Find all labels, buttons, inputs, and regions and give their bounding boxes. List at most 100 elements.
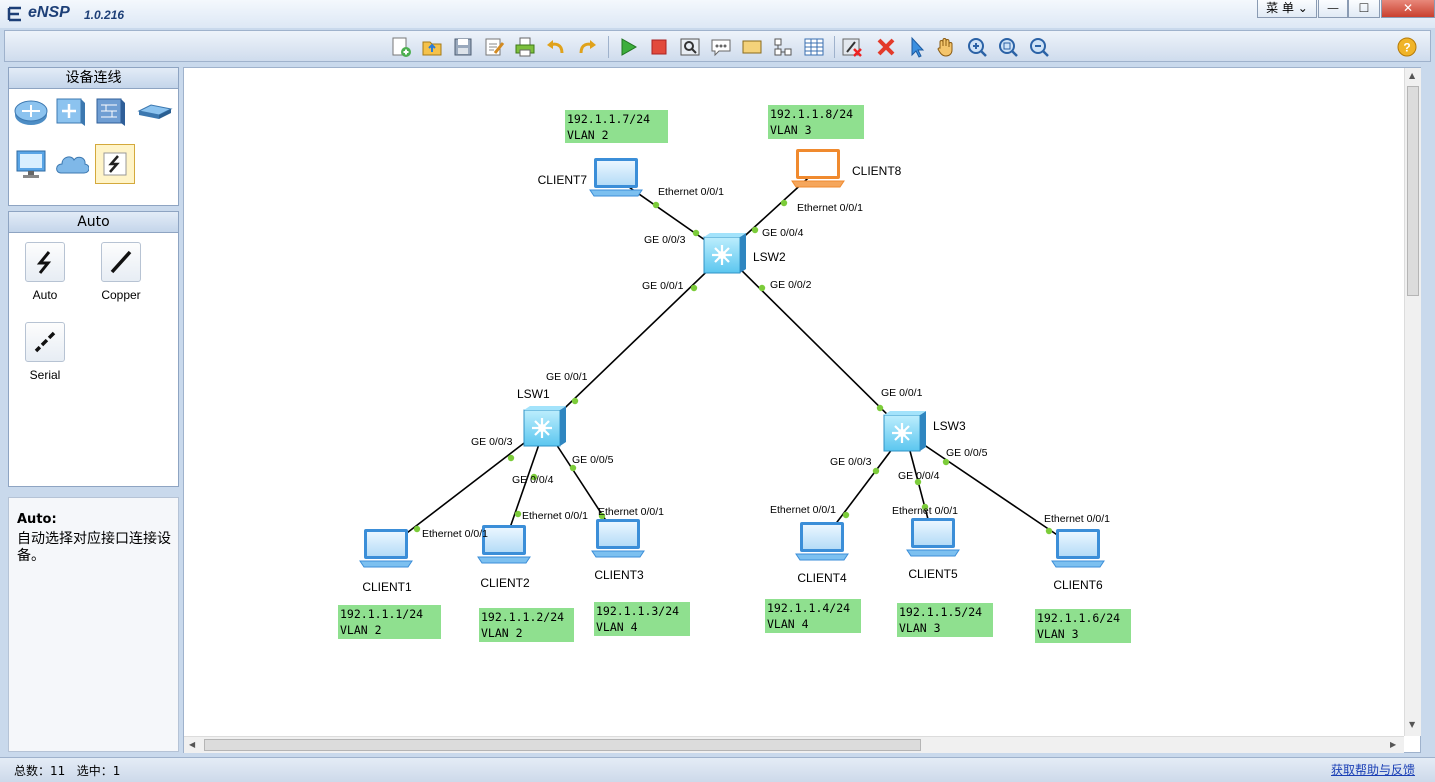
- ip-vlan-note[interactable]: 192.1.1.5/24 VLAN 3: [897, 603, 993, 637]
- minimize-button[interactable]: —: [1318, 0, 1348, 18]
- vertical-scrollbar[interactable]: ▲ ▼: [1404, 68, 1421, 736]
- ip-address: 192.1.1.8/24: [770, 107, 853, 121]
- svg-text:?: ?: [1403, 41, 1410, 55]
- cable-copper[interactable]: Copper: [91, 242, 151, 302]
- delete-all-icon[interactable]: [840, 35, 864, 59]
- scroll-up-icon[interactable]: ▲: [1409, 71, 1415, 80]
- port-label: GE 0/0/1: [881, 387, 923, 399]
- close-button[interactable]: ✕: [1381, 0, 1435, 18]
- pc-category-icon[interactable]: [13, 146, 49, 182]
- firewall-category-icon[interactable]: [93, 94, 129, 130]
- main-menu-button[interactable]: 菜 单 ⌄: [1257, 0, 1317, 18]
- redo-icon[interactable]: [575, 35, 599, 59]
- wlan-category-icon[interactable]: [137, 94, 173, 130]
- client-client8[interactable]: [791, 149, 845, 188]
- link-lsw2-lsw3[interactable]: [724, 253, 906, 433]
- cable-category-icon[interactable]: [95, 144, 135, 184]
- port-dot: [872, 467, 880, 475]
- ip-address: 192.1.1.6/24: [1037, 611, 1120, 625]
- topology-diagram[interactable]: Ethernet 0/0/1 GE 0/0/3 Ethernet 0/0/1 GE 0…: [184, 68, 1404, 736]
- select-pointer-icon[interactable]: [905, 35, 929, 59]
- help-feedback-link[interactable]: 获取帮助与反馈: [1331, 761, 1415, 778]
- port-dot: [413, 525, 421, 533]
- ip-vlan-note[interactable]: 192.1.1.1/24 VLAN 2: [338, 605, 441, 639]
- ip-vlan-note[interactable]: 192.1.1.7/24 VLAN 2: [565, 110, 668, 143]
- port-label: GE 0/0/3: [471, 436, 513, 448]
- client-client3[interactable]: [591, 519, 645, 558]
- rectangle-icon[interactable]: [740, 35, 764, 59]
- ip-vlan-note[interactable]: 192.1.1.4/24 VLAN 4: [765, 599, 861, 633]
- vlan-label: VLAN 4: [596, 620, 638, 634]
- port-dot: [507, 454, 515, 462]
- open-file-icon[interactable]: [420, 35, 444, 59]
- switch-lsw3[interactable]: [883, 411, 926, 452]
- ip-vlan-note[interactable]: 192.1.1.3/24 VLAN 4: [594, 602, 690, 636]
- switch-lsw1[interactable]: [523, 406, 566, 447]
- save-as-icon[interactable]: [482, 35, 506, 59]
- stop-device-icon[interactable]: [647, 35, 671, 59]
- client-name: CLIENT3: [594, 568, 644, 582]
- cable-serial[interactable]: Serial: [15, 322, 75, 382]
- pan-hand-icon[interactable]: [934, 35, 958, 59]
- port-label: Ethernet 0/0/1: [892, 505, 958, 517]
- ip-vlan-note[interactable]: 192.1.1.6/24 VLAN 3: [1035, 609, 1131, 643]
- vlan-label: VLAN 3: [770, 123, 812, 137]
- port-label: Ethernet 0/0/1: [598, 506, 664, 518]
- status-counts: 总数：11 选中：1: [14, 762, 120, 779]
- cable-panel-title: Auto: [9, 212, 178, 233]
- copper-cable-icon: [101, 242, 141, 282]
- status-total: 总数：11: [14, 764, 66, 778]
- capture-icon[interactable]: [678, 35, 702, 59]
- switch-name: LSW1: [517, 387, 550, 401]
- ip-vlan-note[interactable]: 192.1.1.8/24 VLAN 3: [768, 105, 864, 139]
- switch-lsw2[interactable]: [703, 233, 746, 274]
- grid-icon[interactable]: [802, 35, 826, 59]
- cable-copper-label: Copper: [101, 288, 141, 302]
- help-icon[interactable]: ?: [1395, 35, 1419, 59]
- port-label: Ethernet 0/0/1: [658, 186, 724, 198]
- port-label: GE 0/0/1: [642, 280, 684, 292]
- vertical-scroll-thumb[interactable]: [1407, 86, 1419, 296]
- save-icon[interactable]: [451, 35, 475, 59]
- client-client4[interactable]: [795, 522, 849, 561]
- help-title: Auto:: [17, 512, 57, 527]
- maximize-button[interactable]: ☐: [1348, 0, 1380, 18]
- client-client5[interactable]: [906, 518, 960, 557]
- router-icon[interactable]: [13, 94, 49, 130]
- client-client1[interactable]: [359, 529, 413, 568]
- port-label: Ethernet 0/0/1: [1044, 513, 1110, 525]
- ip-address: 192.1.1.4/24: [767, 601, 850, 615]
- zoom-in-icon[interactable]: [965, 35, 989, 59]
- client-name: CLIENT8: [852, 164, 902, 178]
- scroll-down-icon[interactable]: ▼: [1409, 720, 1415, 729]
- help-text: 自动选择对应接口连接设备。: [17, 531, 171, 564]
- horizontal-scroll-thumb[interactable]: [204, 739, 921, 751]
- cable-auto[interactable]: Auto: [15, 242, 75, 302]
- print-icon[interactable]: [513, 35, 537, 59]
- topology-canvas[interactable]: Ethernet 0/0/1 GE 0/0/3 Ethernet 0/0/1 GE 0…: [183, 67, 1421, 753]
- new-topology-icon[interactable]: [389, 35, 413, 59]
- port-dot: [876, 404, 884, 412]
- scroll-right-icon[interactable]: ▶: [1390, 740, 1396, 749]
- text-note-icon[interactable]: [709, 35, 733, 59]
- switch-category-icon[interactable]: [53, 94, 89, 130]
- chevron-down-icon: ⌄: [1297, 1, 1308, 15]
- scroll-left-icon[interactable]: ◀: [189, 740, 195, 749]
- client-name: CLIENT5: [908, 567, 958, 581]
- start-device-icon[interactable]: [616, 35, 640, 59]
- port-dot: [751, 226, 759, 234]
- zoom-out-icon[interactable]: [1027, 35, 1051, 59]
- topology-view-icon[interactable]: [771, 35, 795, 59]
- undo-icon[interactable]: [544, 35, 568, 59]
- zoom-fit-icon[interactable]: [996, 35, 1020, 59]
- client-name: CLIENT6: [1053, 578, 1103, 592]
- cloud-category-icon[interactable]: [53, 146, 89, 182]
- client-client7[interactable]: [589, 158, 643, 197]
- port-label: GE 0/0/1: [546, 371, 588, 383]
- ip-vlan-note[interactable]: 192.1.1.2/24 VLAN 2: [479, 608, 574, 642]
- port-label: GE 0/0/4: [762, 227, 804, 239]
- horizontal-scrollbar[interactable]: ◀ ▶: [184, 736, 1404, 753]
- port-label: Ethernet 0/0/1: [770, 504, 836, 516]
- delete-icon[interactable]: [874, 35, 898, 59]
- client-client6[interactable]: [1051, 529, 1105, 568]
